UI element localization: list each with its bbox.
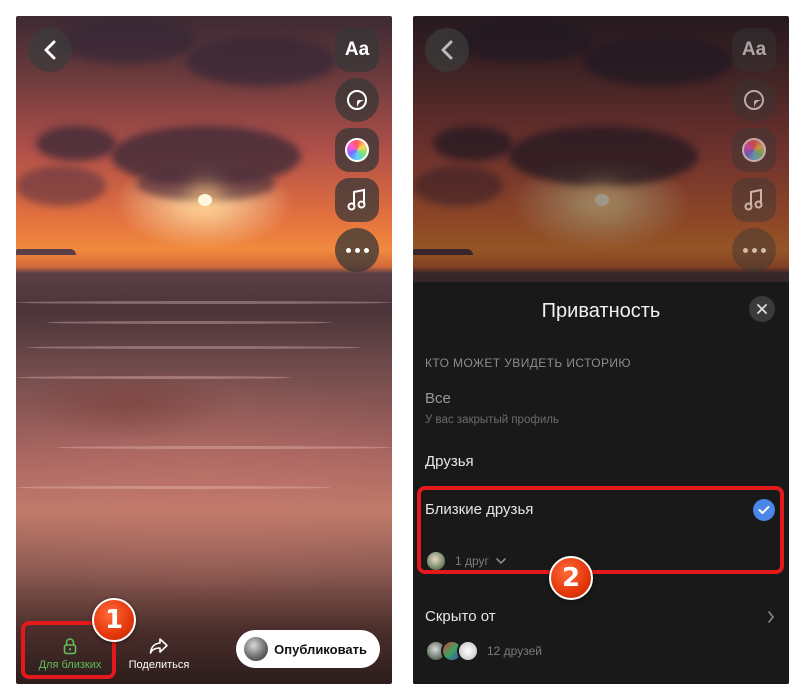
music-button[interactable] bbox=[732, 178, 776, 222]
share-label: Поделиться bbox=[128, 658, 190, 671]
more-button[interactable] bbox=[335, 228, 379, 272]
sticker-icon bbox=[744, 90, 764, 110]
back-button[interactable] bbox=[425, 28, 469, 72]
sheet-title: Приватность bbox=[541, 300, 661, 322]
publish-button[interactable]: Опубликовать bbox=[236, 630, 380, 668]
color-button[interactable] bbox=[335, 128, 379, 172]
color-icon bbox=[742, 138, 766, 162]
share-button[interactable]: Поделиться bbox=[124, 627, 194, 679]
step-badge-2: 2 bbox=[549, 556, 593, 600]
publish-label: Опубликовать bbox=[274, 641, 367, 657]
color-button[interactable] bbox=[732, 128, 776, 172]
privacy-sheet: Приватность КТО МОЖЕТ УВИДЕТЬ ИСТОРИЮ Вс… bbox=[413, 282, 789, 684]
close-friends-highlight bbox=[417, 486, 784, 574]
close-icon bbox=[757, 304, 767, 314]
text-tool-button[interactable]: Aa bbox=[732, 28, 776, 72]
music-button[interactable] bbox=[335, 178, 379, 222]
text-tool-button[interactable]: Aa bbox=[335, 28, 379, 72]
more-button[interactable] bbox=[732, 228, 776, 272]
share-icon bbox=[149, 637, 168, 654]
close-button[interactable] bbox=[749, 296, 775, 322]
music-icon bbox=[347, 188, 366, 211]
more-icon bbox=[345, 247, 369, 253]
sticker-button[interactable] bbox=[335, 78, 379, 122]
option-everyone-subtitle: У вас закрытый профиль bbox=[425, 414, 559, 426]
text-icon: Aa bbox=[741, 39, 767, 60]
more-icon bbox=[742, 247, 766, 253]
text-icon: Aa bbox=[344, 39, 370, 60]
color-icon bbox=[345, 138, 369, 162]
option-hidden-from-title: Скрыто от bbox=[425, 608, 496, 625]
avatar bbox=[244, 637, 269, 661]
editor-toolbar: Aa bbox=[732, 28, 776, 278]
hidden-from-list[interactable]: 12 друзей bbox=[425, 640, 542, 662]
music-icon bbox=[744, 188, 763, 211]
editor-toolbar: Aa bbox=[335, 28, 379, 278]
step-badge-1: 1 bbox=[92, 598, 136, 642]
back-button[interactable] bbox=[28, 28, 72, 72]
story-editor-screen: Aa Для близких Поделиться Опубликовать 1 bbox=[16, 16, 392, 684]
option-friends-title: Друзья bbox=[425, 453, 474, 470]
section-header: КТО МОЖЕТ УВИДЕТЬ ИСТОРИЮ bbox=[425, 356, 631, 370]
option-everyone-title: Все bbox=[425, 390, 451, 407]
back-icon bbox=[441, 40, 453, 60]
hidden-from-count: 12 друзей bbox=[487, 644, 542, 658]
avatar bbox=[457, 640, 479, 662]
back-icon bbox=[44, 40, 56, 60]
sticker-button[interactable] bbox=[732, 78, 776, 122]
privacy-screen: Aa Приватность КТО МОЖЕТ УВИДЕТЬ ИСТОРИЮ… bbox=[413, 16, 789, 684]
sticker-icon bbox=[347, 90, 367, 110]
chevron-right-icon bbox=[768, 611, 775, 623]
